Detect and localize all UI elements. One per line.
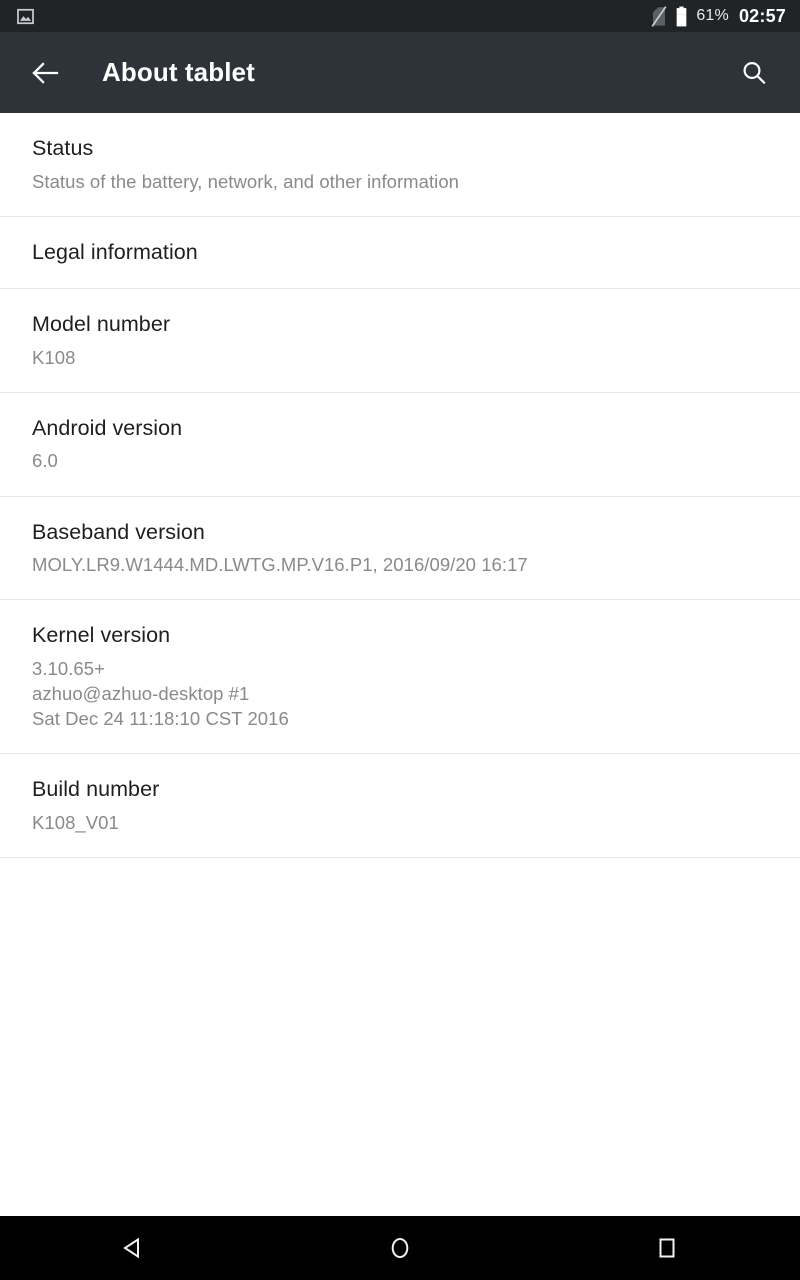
status-bar-notifications (16, 7, 35, 26)
setting-row-build-number[interactable]: Build number K108_V01 (0, 754, 800, 858)
setting-title: Status (32, 136, 94, 160)
page-title: About tablet (102, 57, 255, 87)
setting-summary: MOLY.LR9.W1444.MD.LWTG.MP.V16.P1, 2016/0… (32, 554, 528, 576)
setting-summary: 6.0 (32, 450, 58, 472)
setting-row-model-number[interactable]: Model number K108 (0, 289, 800, 393)
setting-title: Model number (32, 312, 171, 337)
setting-summary: K108 (32, 346, 76, 368)
kernel-version-line-1: 3.10.65+ (32, 657, 105, 679)
arrow-back-icon (32, 61, 59, 84)
status-bar-system-icons: 61% 02:57 (651, 6, 786, 27)
setting-title: Android version (32, 415, 183, 440)
status-bar: 61% 02:57 (0, 0, 800, 32)
back-navigation-button[interactable] (26, 53, 66, 93)
status-bar-clock: 02:57 (738, 5, 786, 26)
search-button[interactable] (734, 53, 774, 93)
setting-title: Legal information (32, 239, 198, 264)
triangle-back-icon (123, 1237, 140, 1259)
settings-list: Status Status of the battery, network, a… (0, 113, 800, 1216)
nav-home-button[interactable] (350, 1216, 450, 1280)
android-about-tablet-screen: 61% 02:57 About tablet Status Status of … (0, 0, 800, 1280)
system-navigation-bar (0, 1216, 800, 1280)
setting-summary: 3.10.65+ azhuo@azhuo-desktop #1 Sat Dec … (32, 656, 768, 731)
setting-summary: K108_V01 (32, 811, 119, 833)
image-screenshot-icon (16, 7, 35, 26)
setting-row-status[interactable]: Status Status of the battery, network, a… (0, 113, 800, 217)
setting-row-android-version[interactable]: Android version 6.0 (0, 392, 800, 497)
sim-card-off-icon (651, 5, 667, 27)
battery-percentage: 61% (696, 7, 729, 24)
kernel-version-line-3: Sat Dec 24 11:18:10 CST 2016 (32, 708, 289, 730)
square-recents-icon (659, 1238, 675, 1258)
setting-title: Build number (32, 777, 160, 802)
setting-row-legal-information[interactable]: Legal information (0, 216, 800, 290)
circle-home-icon (391, 1238, 409, 1258)
battery-icon (675, 6, 688, 27)
kernel-version-line-2: azhuo@azhuo-desktop #1 (32, 682, 250, 704)
nav-back-button[interactable] (83, 1216, 183, 1280)
search-icon (743, 61, 766, 84)
setting-title: Kernel version (32, 623, 171, 648)
setting-summary: Status of the battery, network, and othe… (32, 170, 460, 192)
setting-title: Baseband version (32, 519, 205, 544)
setting-row-baseband-version[interactable]: Baseband version MOLY.LR9.W1444.MD.LWTG.… (0, 496, 800, 601)
nav-recents-button[interactable] (617, 1216, 717, 1280)
app-bar: About tablet (0, 32, 800, 113)
setting-row-kernel-version[interactable]: Kernel version 3.10.65+ azhuo@azhuo-desk… (0, 600, 800, 755)
